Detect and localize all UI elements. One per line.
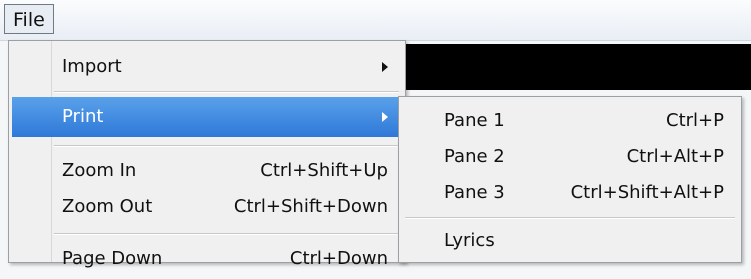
menu-item-label: Import [62, 56, 122, 77]
menu-item-label: Page Down [62, 248, 163, 269]
menu-item-shortcut: Ctrl+Shift+Up [260, 160, 388, 181]
menu-item-zoom-in[interactable]: Zoom In Ctrl+Shift+Up [12, 151, 402, 191]
menu-bar: File [0, 0, 751, 41]
menu-item-shortcut: Ctrl+P [666, 110, 724, 131]
menu-item-shortcut: Ctrl+Down [289, 248, 388, 269]
menu-separator [54, 233, 399, 235]
menu-item-pane-3[interactable]: Pane 3 Ctrl+Shift+Alt+P [402, 173, 738, 213]
menu-separator [54, 91, 399, 93]
menu-item-shortcut: Ctrl+Shift+Down [233, 196, 388, 217]
menu-item-import[interactable]: Import [12, 47, 402, 87]
menu-item-label: Pane 2 [444, 146, 505, 167]
menu-item-shortcut: Ctrl+Shift+Alt+P [570, 182, 724, 203]
menu-item-pane-2[interactable]: Pane 2 Ctrl+Alt+P [402, 137, 738, 177]
print-submenu: Pane 1 Ctrl+P Pane 2 Ctrl+Alt+P Pane 3 C… [398, 96, 742, 263]
menu-item-print[interactable]: Print [12, 97, 402, 137]
submenu-arrow-icon [382, 62, 388, 72]
content-area [404, 44, 751, 90]
menu-item-label: Print [62, 106, 104, 127]
menu-item-page-down[interactable]: Page Down Ctrl+Down [12, 239, 402, 279]
menu-item-lyrics[interactable]: Lyrics [402, 221, 738, 261]
menu-item-label: Zoom Out [62, 196, 153, 217]
file-menu: Import Print Zoom In Ctrl+Shift+Up Zoom … [8, 40, 406, 269]
menu-item-pane-1[interactable]: Pane 1 Ctrl+P [402, 101, 738, 141]
menu-item-zoom-out[interactable]: Zoom Out Ctrl+Shift+Down [12, 187, 402, 227]
submenu-arrow-icon [382, 112, 388, 122]
file-menu-button[interactable]: File [4, 4, 54, 34]
menu-separator [405, 217, 735, 219]
menu-item-shortcut: Ctrl+Alt+P [626, 146, 724, 167]
menu-item-label: Zoom In [62, 160, 137, 181]
menu-item-label: Lyrics [444, 230, 495, 251]
menu-item-label: Pane 3 [444, 182, 505, 203]
menu-separator [54, 145, 399, 147]
menu-item-label: Pane 1 [444, 110, 505, 131]
